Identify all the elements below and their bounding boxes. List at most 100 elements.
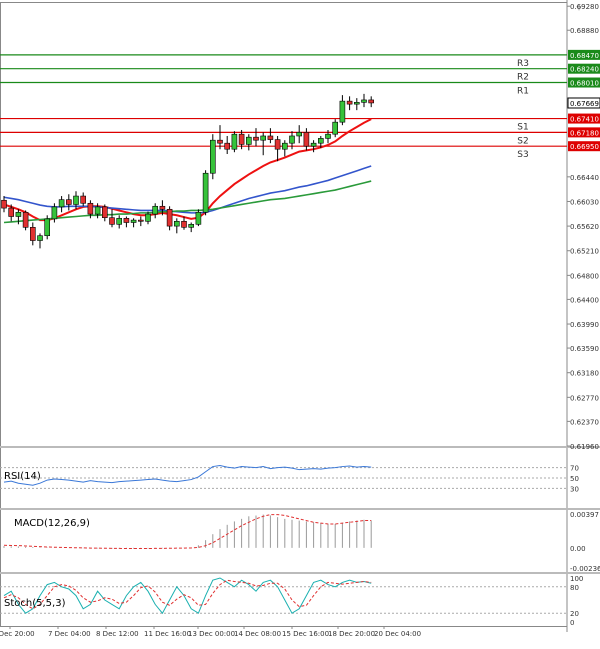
stoch-label: Stoch(5,5,3) xyxy=(4,598,66,609)
candle-body xyxy=(66,199,72,205)
candle-body xyxy=(253,136,259,141)
candle-body xyxy=(188,224,194,228)
candle-body xyxy=(210,139,216,174)
candle-body xyxy=(109,217,115,225)
macd-label: MACD(12,26,9) xyxy=(14,518,90,529)
stoch-tick-label: 20 xyxy=(570,610,579,618)
candle-body xyxy=(296,132,303,137)
candle-body xyxy=(130,219,137,223)
candle xyxy=(152,203,158,219)
rsi-tick-label: 50 xyxy=(570,475,579,483)
candle xyxy=(224,135,230,155)
candle-body xyxy=(310,142,317,147)
price-tick-label: 0.66440 xyxy=(570,174,599,182)
stoch-pane: 10080 200 Stoch(5,5,3) xyxy=(0,575,583,627)
rsi-tick-label: 70 xyxy=(570,465,579,473)
time-tick-label: 8 Dec 12:00 xyxy=(96,630,139,638)
price-tick-label: 0.66030 xyxy=(570,198,599,206)
stoch-tick-label: 80 xyxy=(570,584,579,592)
macd-tick-label: 0.00397 xyxy=(570,511,599,519)
candle-body xyxy=(29,227,36,241)
rsi-tick-label: 30 xyxy=(570,485,579,493)
rsi-line xyxy=(3,465,372,486)
time-axis: 6 Dec 20:00 7 Dec 04:00 8 Dec 12:00 11 Dec … xyxy=(0,626,421,638)
candle-body xyxy=(1,199,7,209)
price-tick-label: 0.61960 xyxy=(570,443,599,451)
candle xyxy=(281,140,288,157)
time-tick-label: 11 Dec 16:00 xyxy=(144,630,191,638)
level-name-s1: S1 xyxy=(517,123,528,133)
stoch-tick-label: 100 xyxy=(570,575,583,583)
candle xyxy=(361,93,367,108)
candle-body xyxy=(260,135,267,141)
level-name-r3: R3 xyxy=(517,59,529,69)
candle xyxy=(66,194,72,211)
price-pane: 0.69280 0.68880 0.66440 0.66030 0.65620 0.652… xyxy=(0,3,600,451)
candle xyxy=(37,233,43,249)
time-tick-label: 14 Dec 08:00 xyxy=(234,630,281,638)
level-price-label: 0.68240 xyxy=(570,66,599,74)
candle-body xyxy=(80,195,86,204)
candle xyxy=(116,215,122,229)
level-name-s2: S2 xyxy=(517,136,528,146)
candle-body xyxy=(8,207,14,217)
candle xyxy=(22,210,29,231)
candle xyxy=(332,119,339,138)
time-tick-label: 7 Dec 04:00 xyxy=(48,630,91,638)
candle xyxy=(58,196,65,213)
candle-body xyxy=(217,139,223,144)
candle-body xyxy=(44,218,51,237)
candle-body xyxy=(339,100,346,123)
candle-body xyxy=(145,213,151,222)
price-tick-label: 0.62370 xyxy=(570,418,599,426)
candle xyxy=(339,95,346,126)
time-tick-label: 6 Dec 20:00 xyxy=(0,630,35,638)
candle-body xyxy=(152,205,158,215)
candle-body xyxy=(102,206,108,218)
candle xyxy=(274,135,281,162)
level-price-label: 0.68010 xyxy=(570,80,599,88)
macd-pane: 0.00397 0.00 -0.002368 MACD(12,26,9) xyxy=(3,511,600,573)
candle xyxy=(138,216,144,227)
candle xyxy=(246,134,252,151)
level-price-label: 0.67180 xyxy=(570,129,599,137)
level-price-label: 0.68470 xyxy=(570,52,599,60)
candle-body xyxy=(325,133,331,139)
level-name-r1: R1 xyxy=(517,87,529,97)
candle xyxy=(267,128,274,144)
candle xyxy=(231,131,238,153)
candle-body xyxy=(317,138,324,144)
candle-body xyxy=(51,206,58,220)
level-price-label: 0.67410 xyxy=(570,116,599,124)
candle-body xyxy=(116,217,122,225)
candle xyxy=(260,132,267,156)
candle-body xyxy=(267,135,274,140)
level-price-label: 0.66950 xyxy=(570,143,599,151)
time-tick-label: 20 Dec 04:00 xyxy=(374,630,421,638)
candle-body xyxy=(174,220,180,227)
candle xyxy=(303,128,310,151)
candle-body xyxy=(15,211,22,217)
pane-separator xyxy=(0,446,600,448)
candle-body xyxy=(231,133,238,150)
candle xyxy=(202,170,209,216)
candle xyxy=(1,196,7,213)
candle xyxy=(166,206,173,231)
candle-body xyxy=(361,99,367,103)
chart-frame xyxy=(0,2,568,627)
rsi-label: RSI(14) xyxy=(4,471,41,482)
rsi-pane: 70 50 30 RSI(14) xyxy=(0,465,579,493)
level-name-r2: R2 xyxy=(517,73,529,83)
candle-body xyxy=(224,142,230,150)
price-tick-label: 0.69280 xyxy=(570,3,599,11)
candle xyxy=(80,192,86,207)
candle-body xyxy=(353,102,360,105)
price-tick-label: 0.63590 xyxy=(570,345,599,353)
candle-body xyxy=(58,199,65,208)
current-price-label: 0.67669 xyxy=(570,100,599,108)
candle-body xyxy=(368,99,375,104)
candle-body xyxy=(181,220,187,228)
price-tick-label: 0.62770 xyxy=(570,394,599,402)
candle-body xyxy=(238,133,245,145)
macd-tick-label: 0.00 xyxy=(570,545,586,553)
